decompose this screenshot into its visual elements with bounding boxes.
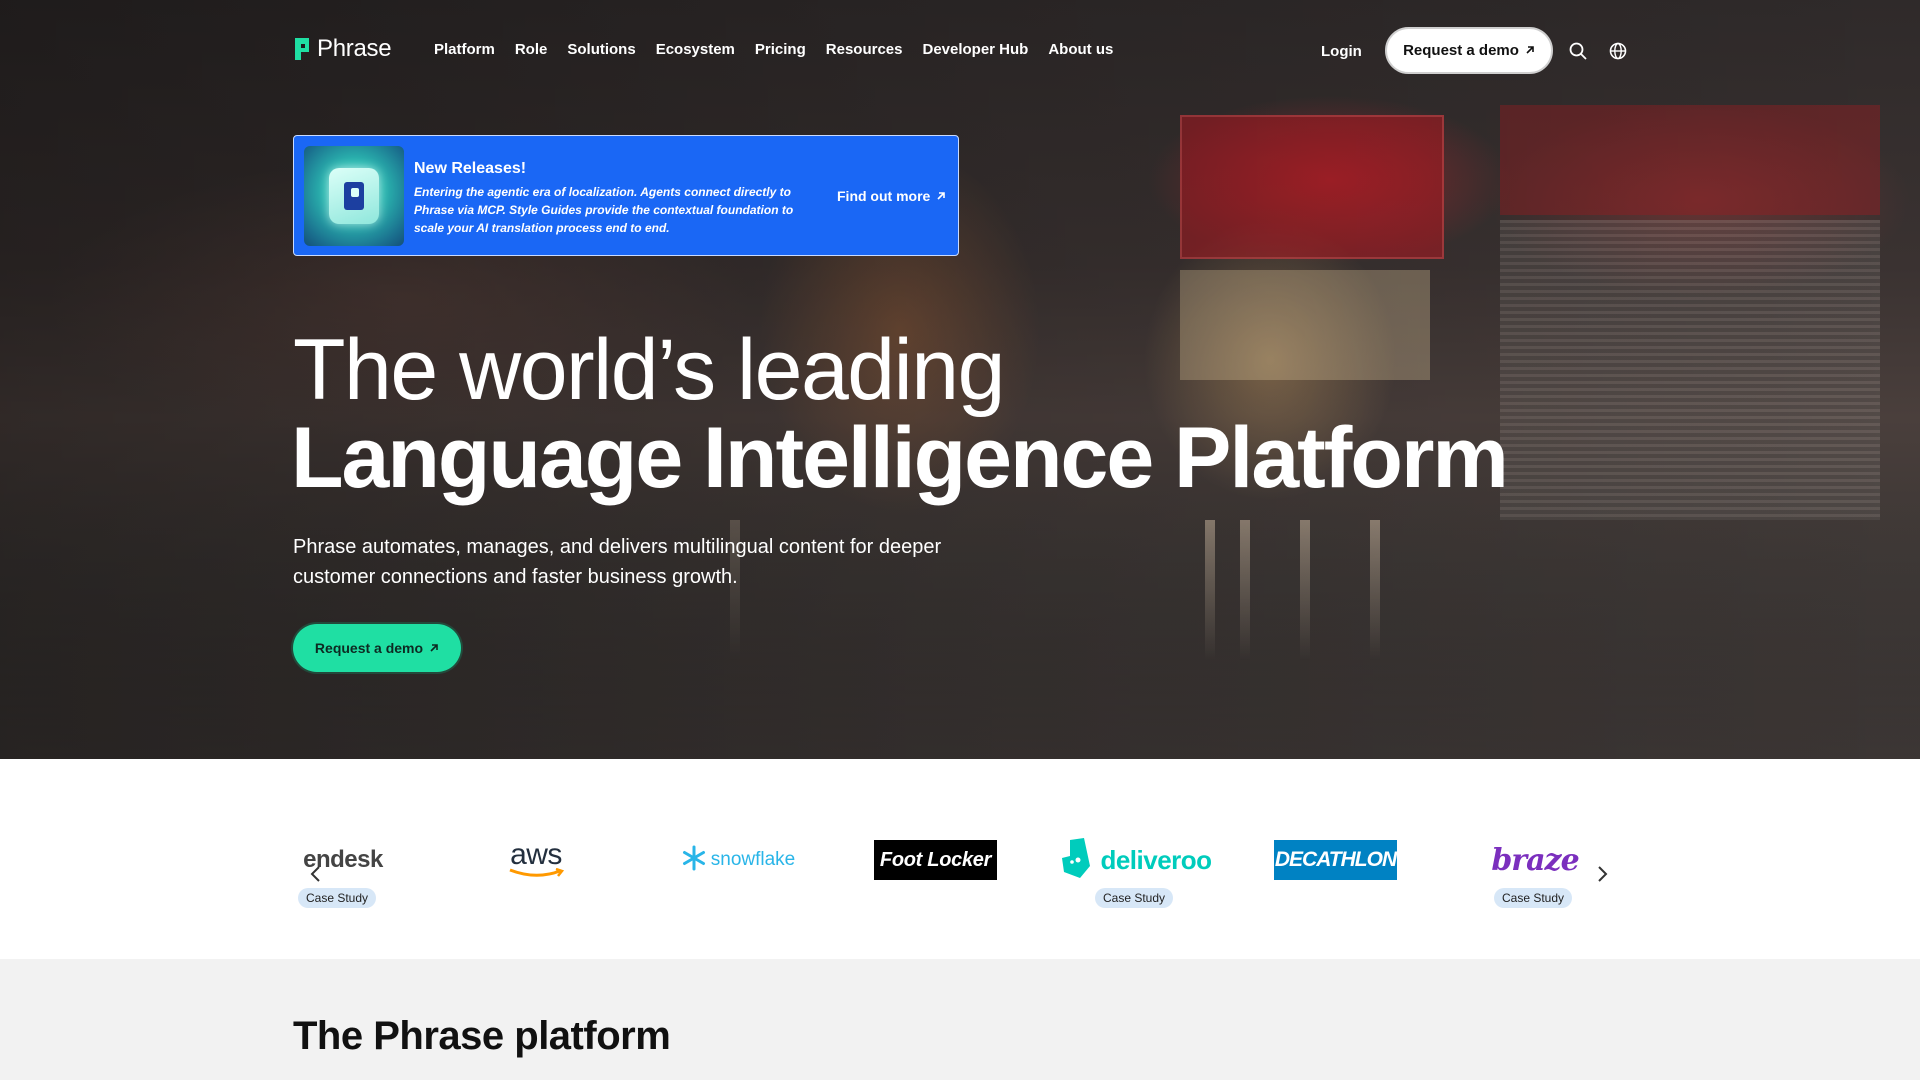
case-study-badge[interactable]: Case Study bbox=[1095, 888, 1174, 908]
phrase-logo-text: Phrase bbox=[317, 35, 392, 62]
menu-item-developer-hub[interactable]: Developer Hub bbox=[922, 41, 1028, 58]
globe-icon[interactable] bbox=[1608, 41, 1628, 61]
phrase-logo[interactable]: Phrase bbox=[293, 35, 392, 63]
chevron-left-icon bbox=[310, 866, 320, 882]
find-out-more-label: Find out more bbox=[837, 188, 931, 204]
main-menu: Platform Role Solutions Ecosystem Pricin… bbox=[434, 41, 1133, 58]
arrow-up-right-icon bbox=[429, 640, 439, 656]
logo-aws-text: aws bbox=[510, 838, 562, 871]
phrase-logo-icon bbox=[293, 36, 311, 62]
logo-aws[interactable]: aws bbox=[500, 840, 572, 880]
hero-request-demo-label: Request a demo bbox=[314, 640, 424, 656]
carousel-prev-button[interactable] bbox=[306, 864, 326, 884]
release-thumbnail-tile bbox=[329, 168, 379, 224]
menu-item-ecosystem[interactable]: Ecosystem bbox=[656, 41, 735, 58]
menu-item-platform[interactable]: Platform bbox=[434, 41, 495, 58]
case-study-badge[interactable]: Case Study bbox=[1494, 888, 1573, 908]
new-releases-banner[interactable]: New Releases! Entering the agentic era o… bbox=[293, 135, 959, 256]
logo-snowflake[interactable]: snowflake bbox=[678, 840, 798, 880]
banner-description: Entering the agentic era of localization… bbox=[414, 185, 794, 235]
hero-headline-line2: Language Intelligence Platform bbox=[291, 410, 1509, 506]
logo-deliveroo-text: deliveroo bbox=[1100, 844, 1212, 875]
menu-item-role[interactable]: Role bbox=[515, 41, 548, 58]
search-icon[interactable] bbox=[1568, 41, 1588, 61]
platform-title: The Phrase platform bbox=[293, 1014, 671, 1058]
platform-section-content: The Phrase platform bbox=[0, 959, 1920, 1080]
hero-headline-line1: The world’s leading bbox=[293, 322, 1005, 418]
logo-decathlon-text: DECATHLON bbox=[1274, 848, 1397, 871]
menu-item-about-us[interactable]: About us bbox=[1048, 41, 1113, 58]
carousel-next-button[interactable] bbox=[1592, 864, 1612, 884]
request-demo-label: Request a demo bbox=[1403, 42, 1519, 59]
logo-decathlon[interactable]: DECATHLON bbox=[1274, 840, 1397, 880]
top-navigation: Phrase Platform Role Solutions Ecosystem… bbox=[0, 0, 1920, 100]
logo-deliveroo[interactable]: deliveroo bbox=[1060, 837, 1212, 883]
case-study-badge[interactable]: Case Study bbox=[298, 888, 377, 908]
snowflake-icon bbox=[681, 845, 707, 876]
menu-item-resources[interactable]: Resources bbox=[826, 41, 903, 58]
chevron-right-icon bbox=[1598, 866, 1608, 882]
login-link[interactable]: Login bbox=[1321, 43, 1362, 60]
hero-request-demo-button[interactable]: Request a demo bbox=[293, 624, 461, 672]
logo-braze-text: braze bbox=[1491, 842, 1579, 878]
banner-title: New Releases! bbox=[414, 160, 527, 177]
request-demo-button[interactable]: Request a demo bbox=[1385, 27, 1553, 74]
menu-item-pricing[interactable]: Pricing bbox=[755, 41, 806, 58]
find-out-more-link[interactable]: Find out more bbox=[837, 188, 946, 204]
arrow-up-right-icon bbox=[936, 188, 946, 204]
arrow-up-right-icon bbox=[1525, 42, 1535, 59]
logo-foot-locker[interactable]: Foot Locker bbox=[874, 840, 997, 880]
deliveroo-kangaroo-icon bbox=[1060, 837, 1094, 883]
release-thumbnail bbox=[304, 146, 404, 246]
menu-item-solutions[interactable]: Solutions bbox=[567, 41, 635, 58]
phrase-p-icon bbox=[344, 182, 364, 210]
logo-snowflake-text: snowflake bbox=[710, 849, 796, 870]
logo-braze[interactable]: braze bbox=[1480, 840, 1590, 880]
aws-smile-icon bbox=[509, 868, 565, 877]
logo-foot-locker-text: Foot Locker bbox=[879, 848, 992, 871]
hero-subtitle: Phrase automates, manages, and delivers … bbox=[293, 536, 942, 588]
